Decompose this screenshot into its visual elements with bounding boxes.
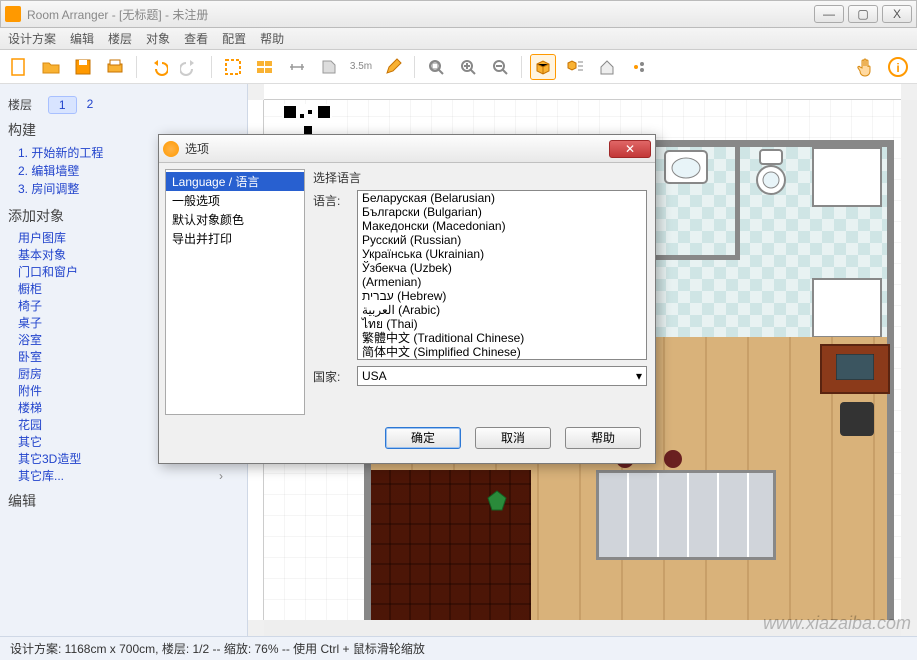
dialog-category-list[interactable]: Language / 语言 一般选项 默认对象颜色 导出并打印	[165, 169, 305, 415]
language-option[interactable]: Беларуская (Belarusian)	[358, 191, 646, 205]
measure-button[interactable]: 3.5m	[348, 54, 374, 80]
toolbar-sep	[136, 56, 137, 78]
cat-export[interactable]: 导出并打印	[166, 229, 304, 248]
select-language-label: 选择语言	[313, 169, 647, 186]
language-listbox[interactable]: Ελληνικά (Greek)Беларуская (Belarusian)Б…	[357, 190, 647, 360]
new-button[interactable]	[6, 54, 32, 80]
kitchen-island[interactable]	[596, 470, 776, 560]
toolbar: 3.5m i	[0, 50, 917, 84]
cat-language[interactable]: Language / 语言	[166, 172, 304, 191]
hand-button[interactable]	[853, 54, 879, 80]
language-option[interactable]: Українська (Ukrainian)	[358, 247, 646, 261]
toolbar-sep	[521, 56, 522, 78]
edit-label: 编辑	[8, 491, 239, 511]
redo-button[interactable]	[177, 54, 203, 80]
bed-1[interactable]	[812, 147, 882, 207]
language-option[interactable]: 简体中文 (Simplified Chinese)	[358, 345, 646, 359]
close-button[interactable]: X	[882, 5, 912, 23]
zoom-fit-button[interactable]	[423, 54, 449, 80]
sidebar-object-item[interactable]: 其它库...›	[18, 468, 239, 485]
statusbar: 设计方案: 1168cm x 700cm, 楼层: 1/2 -- 缩放: 76%…	[0, 636, 917, 660]
language-option[interactable]: Македонски (Macedonian)	[358, 219, 646, 233]
window-titlebar: Room Arranger - [无标题] - 未注册 — ▢ X	[0, 0, 917, 28]
menu-help[interactable]: 帮助	[260, 30, 284, 47]
toolbar-sep	[414, 56, 415, 78]
house-button[interactable]	[594, 54, 620, 80]
zoom-out-button[interactable]	[487, 54, 513, 80]
menubar: 设计方案 编辑 楼层 对象 查看 配置 帮助	[0, 28, 917, 50]
dialog-titlebar[interactable]: 选项 ✕	[159, 135, 655, 163]
minimize-button[interactable]: —	[814, 5, 844, 23]
monitor[interactable]	[836, 354, 874, 380]
plant[interactable]	[486, 490, 508, 512]
print-button[interactable]	[102, 54, 128, 80]
country-label: 国家:	[313, 366, 357, 385]
language-option[interactable]: Русский (Russian)	[358, 233, 646, 247]
options-dialog: 选项 ✕ Language / 语言 一般选项 默认对象颜色 导出并打印 选择语…	[158, 134, 656, 464]
language-option[interactable]: Ўзбекча (Uzbek)	[358, 261, 646, 275]
menu-floor[interactable]: 楼层	[108, 30, 132, 47]
floor-label: 楼层	[8, 98, 32, 112]
info-button[interactable]: i	[885, 54, 911, 80]
office-chair[interactable]	[840, 402, 874, 436]
toolbar-sep	[211, 56, 212, 78]
ok-button[interactable]: 确定	[385, 427, 461, 449]
country-value: USA	[362, 369, 387, 383]
country-select[interactable]: USA ▾	[357, 366, 647, 386]
menu-view[interactable]: 查看	[184, 30, 208, 47]
chevron-right-icon: ›	[219, 468, 223, 485]
toilet-fixture[interactable]	[754, 148, 788, 196]
dimension-button[interactable]	[284, 54, 310, 80]
stool-2[interactable]	[664, 450, 682, 468]
floor-tab-1[interactable]: 1	[48, 96, 77, 114]
cat-general[interactable]: 一般选项	[166, 191, 304, 210]
language-option[interactable]: العربية (Arabic)	[358, 303, 646, 317]
gear-icon	[163, 141, 179, 157]
ruler-horizontal	[264, 84, 901, 100]
menu-edit[interactable]: 编辑	[70, 30, 94, 47]
language-option[interactable]: ไทย (Thai)	[358, 317, 646, 331]
bricks-button[interactable]	[252, 54, 278, 80]
app-icon	[5, 6, 21, 22]
dialog-close-button[interactable]: ✕	[609, 140, 651, 158]
view3d-button[interactable]	[530, 54, 556, 80]
floor-tab-2[interactable]: 2	[77, 96, 104, 114]
pencil-button[interactable]	[380, 54, 406, 80]
language-option[interactable]: (Armenian)	[358, 275, 646, 289]
language-option[interactable]: 繁體中文 (Traditional Chinese)	[358, 331, 646, 345]
help-button[interactable]: 帮助	[565, 427, 641, 449]
cat-colors[interactable]: 默认对象颜色	[166, 210, 304, 229]
language-option[interactable]: עברית (Hebrew)	[358, 289, 646, 303]
zoom-in-button[interactable]	[455, 54, 481, 80]
chevron-down-icon: ▾	[636, 369, 642, 383]
label-button[interactable]	[316, 54, 342, 80]
effects-button[interactable]	[626, 54, 652, 80]
open-button[interactable]	[38, 54, 64, 80]
sink-fixture[interactable]	[664, 150, 708, 184]
box-list-button[interactable]	[562, 54, 588, 80]
scrollbar-horizontal[interactable]	[264, 620, 901, 636]
scrollbar-vertical[interactable]	[901, 100, 917, 620]
menu-object[interactable]: 对象	[146, 30, 170, 47]
maximize-button[interactable]: ▢	[848, 5, 878, 23]
cancel-button[interactable]: 取消	[475, 427, 551, 449]
menu-design[interactable]: 设计方案	[8, 30, 56, 47]
bed-2[interactable]	[812, 278, 882, 338]
walls-button[interactable]	[220, 54, 246, 80]
menu-config[interactable]: 配置	[222, 30, 246, 47]
svg-text:i: i	[896, 61, 899, 75]
save-button[interactable]	[70, 54, 96, 80]
dialog-title: 选项	[185, 140, 609, 157]
language-label: 语言:	[313, 190, 357, 209]
undo-button[interactable]	[145, 54, 171, 80]
window-title: Room Arranger - [无标题] - 未注册	[27, 6, 814, 23]
status-text: 设计方案: 1168cm x 700cm, 楼层: 1/2 -- 缩放: 76%…	[10, 640, 425, 657]
language-option[interactable]: Български (Bulgarian)	[358, 205, 646, 219]
